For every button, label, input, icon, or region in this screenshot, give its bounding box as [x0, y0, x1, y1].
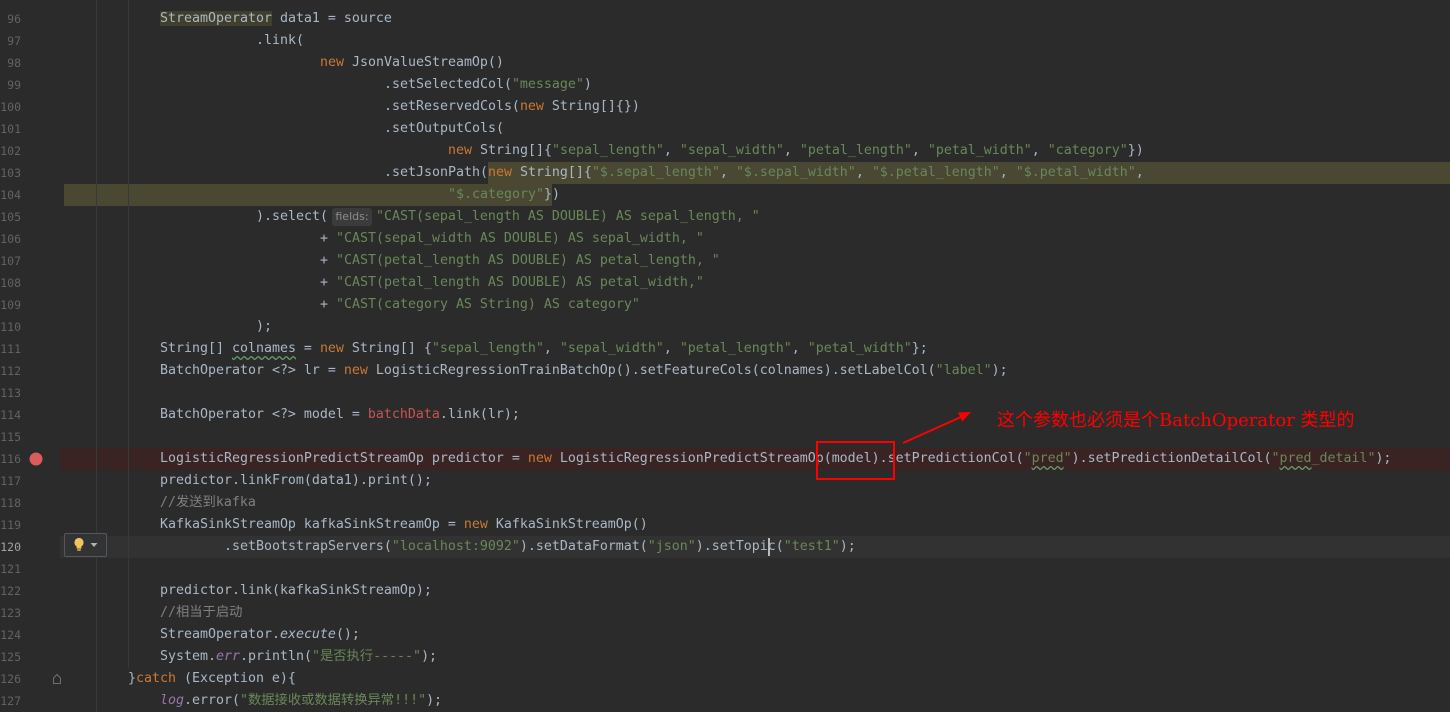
lightbulb-icon — [74, 537, 84, 551]
annotation-text: 这个参数也必须是个BatchOperator 类型的 — [997, 410, 1355, 431]
chevron-down-icon[interactable] — [90, 543, 98, 547]
code-editor[interactable]: 96 97 98 99 100 101 102 103 104 105 106 107 108 109 11… — [0, 0, 1450, 712]
annotation-highlight-box — [816, 441, 895, 480]
editor-overlay — [0, 0, 1450, 712]
intention-actions-button[interactable] — [64, 533, 107, 557]
